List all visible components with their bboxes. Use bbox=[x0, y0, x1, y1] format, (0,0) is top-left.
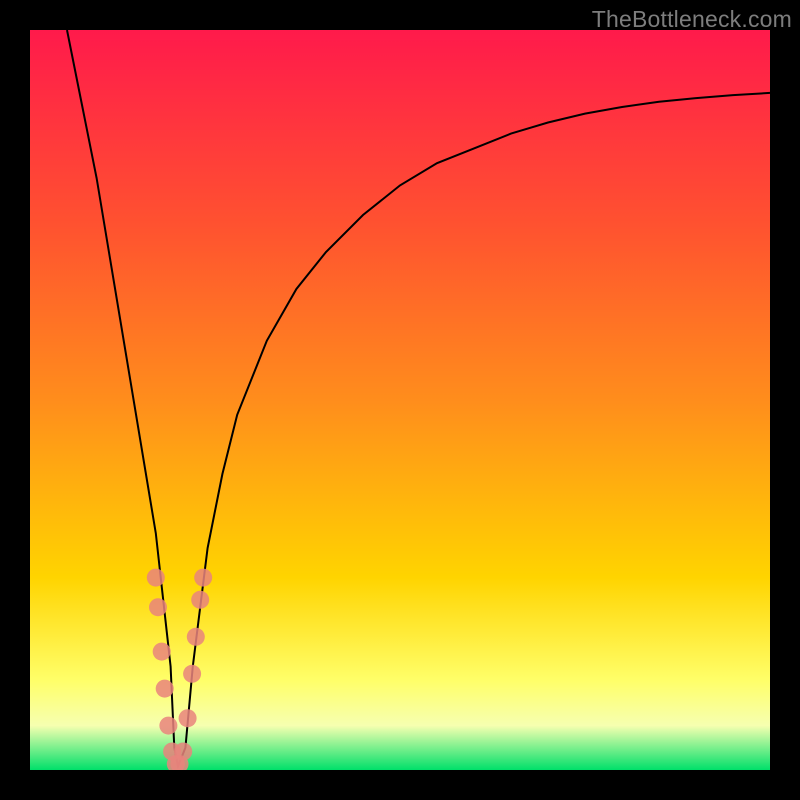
data-marker bbox=[187, 628, 205, 646]
plot-area bbox=[30, 30, 770, 770]
data-marker bbox=[153, 643, 171, 661]
watermark-text: TheBottleneck.com bbox=[592, 6, 792, 33]
chart-frame: TheBottleneck.com bbox=[0, 0, 800, 800]
data-marker bbox=[183, 665, 201, 683]
gradient-background bbox=[30, 30, 770, 770]
data-marker bbox=[159, 717, 177, 735]
data-marker bbox=[179, 709, 197, 727]
data-marker bbox=[174, 743, 192, 761]
data-marker bbox=[194, 569, 212, 587]
data-marker bbox=[191, 591, 209, 609]
data-marker bbox=[147, 569, 165, 587]
data-marker bbox=[156, 680, 174, 698]
bottleneck-chart bbox=[30, 30, 770, 770]
data-marker bbox=[149, 598, 167, 616]
